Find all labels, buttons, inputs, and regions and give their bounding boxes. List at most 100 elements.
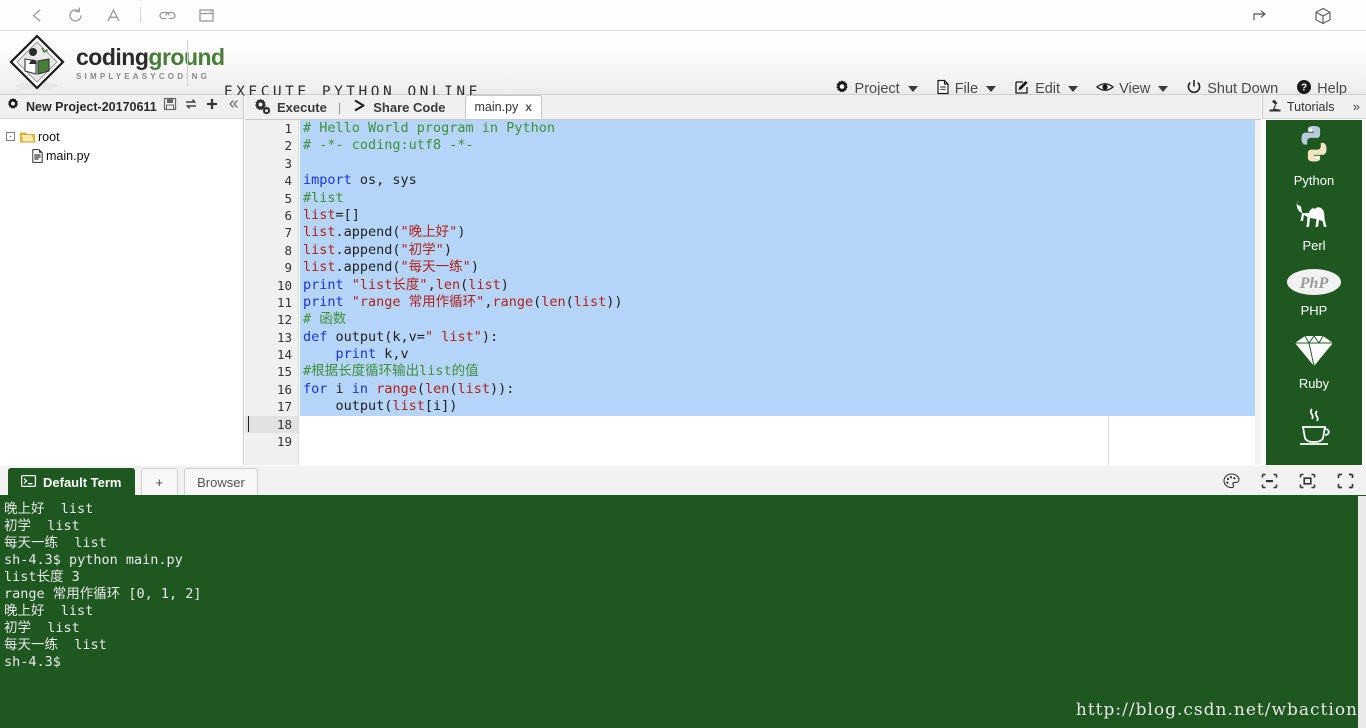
- code-token: print: [335, 346, 377, 363]
- line-number: 4: [284, 173, 292, 189]
- close-icon[interactable]: x: [525, 100, 532, 114]
- collapse-icon[interactable]: [226, 97, 240, 116]
- tutorial-label: Perl: [1302, 237, 1326, 253]
- code-token: (: [460, 276, 469, 293]
- font-size-icon[interactable]: [94, 0, 132, 31]
- fullscreen-icon[interactable]: [1332, 469, 1358, 493]
- execute-button[interactable]: Execute: [245, 98, 336, 117]
- tutorial-item-perl[interactable]: Perl: [1266, 189, 1362, 258]
- minimize-icon[interactable]: [1256, 469, 1282, 493]
- line-number: 6: [284, 207, 292, 223]
- code-token: print: [303, 276, 344, 293]
- brand-subtitle: SIMPLYEASYCODING: [76, 71, 211, 81]
- line-number: 10: [276, 277, 292, 293]
- tree-item-mainpy[interactable]: main.py: [6, 146, 243, 165]
- line-number: 14: [276, 347, 292, 363]
- terminal-output[interactable]: 晚上好 list 初学 list 每天一练 list sh-4.3$ python m…: [0, 496, 1358, 728]
- editor-vertical-scrollbar[interactable]: [1255, 120, 1261, 465]
- save-icon[interactable]: [163, 97, 177, 116]
- refresh-icon[interactable]: [184, 97, 198, 116]
- line-number: 9: [284, 260, 292, 276]
- site-header: codingground SIMPLYEASYCODING EXECUTE PY…: [0, 31, 1366, 100]
- tutorial-item-python[interactable]: Python: [1266, 120, 1362, 189]
- terminal-icon: [21, 474, 37, 490]
- terminal-line: range 常用作循环 [0, 1, 2]: [4, 586, 202, 602]
- line-number: 11: [276, 294, 292, 310]
- code-token: range: [376, 380, 417, 397]
- code-token: .append(: [335, 224, 401, 241]
- browser-toolbar-left: [0, 0, 225, 31]
- code-token: print: [303, 293, 344, 310]
- project-name: New Project-20170611: [26, 99, 157, 114]
- print-margin-line: [1108, 416, 1109, 465]
- brand-logo[interactable]: codingground SIMPLYEASYCODING: [8, 34, 225, 92]
- code-token: len: [541, 293, 566, 310]
- terminal-line: sh-4.3$ python main.py: [4, 552, 183, 568]
- code-content[interactable]: # Hello World program in Python # -*- cod…: [300, 120, 1255, 465]
- coding-ground-app: codingground SIMPLYEASYCODING EXECUTE PY…: [0, 0, 1366, 728]
- terminal-tab-default[interactable]: Default Term: [8, 468, 135, 495]
- terminal-panel: Default Term + Browser 晚上好 list 初学 list …: [0, 466, 1366, 728]
- restore-icon[interactable]: [1294, 469, 1320, 493]
- code-line: print "list长度",len(list): [300, 276, 1255, 294]
- tutorial-item-ruby[interactable]: Ruby: [1266, 327, 1362, 396]
- code-line: # Hello World program in Python: [300, 120, 1255, 138]
- line-number: 1: [284, 121, 292, 136]
- code-line: output(list[i]): [300, 398, 1255, 416]
- code-token: os, sys: [351, 172, 417, 189]
- code-token: )): [606, 293, 623, 310]
- code-token: (: [533, 293, 542, 310]
- terminal-right-strip: [1358, 496, 1366, 728]
- code-token: k,v: [376, 346, 409, 363]
- share-code-button[interactable]: Share Code: [343, 98, 454, 116]
- line-number: 19: [276, 434, 292, 450]
- terminal-tab-browser[interactable]: Browser: [184, 468, 258, 495]
- folder-icon: [20, 131, 35, 143]
- code-line: print "range 常用作循环",range(len(list)): [300, 293, 1255, 312]
- code-line: for i in range(len(list)):: [300, 380, 1255, 399]
- code-token: ): [443, 241, 452, 258]
- main-workspace: New Project-20170611 - root main.py Exec…: [0, 95, 1366, 465]
- code-token: .append(: [335, 259, 401, 276]
- terminal-add-tab-button[interactable]: +: [140, 468, 179, 495]
- code-token: range: [492, 293, 534, 310]
- line-number: 3: [284, 155, 292, 171]
- share-icon[interactable]: [1240, 0, 1278, 31]
- link-icon[interactable]: [149, 0, 187, 31]
- browser-toolbar-right: [1240, 0, 1342, 31]
- code-token: )):: [490, 380, 515, 397]
- back-arrow-icon[interactable]: [18, 0, 56, 31]
- tab-main-py[interactable]: main.py x: [464, 95, 542, 119]
- editor-toolbar: Execute | Share Code main.py x: [245, 95, 1261, 120]
- line-number: 12: [276, 312, 292, 328]
- code-token: (: [565, 293, 574, 310]
- add-icon[interactable]: [205, 97, 219, 116]
- line-number: 18: [245, 415, 298, 434]
- palette-icon[interactable]: [1218, 469, 1244, 493]
- reload-icon[interactable]: [56, 0, 94, 31]
- terminal-line: list长度 3: [4, 569, 80, 585]
- tutorial-label: Ruby: [1298, 375, 1330, 391]
- tree-expander-icon[interactable]: -: [6, 132, 15, 141]
- tutorial-item-java[interactable]: [1266, 396, 1362, 465]
- brand-first: coding: [76, 43, 149, 70]
- cube-icon[interactable]: [1304, 0, 1342, 31]
- php-logo-icon: PhP: [1286, 268, 1342, 301]
- code-token: ): [457, 224, 466, 241]
- code-token: # Hello World program in Python: [303, 120, 555, 136]
- project-explorer-panel: New Project-20170611 - root main.py: [0, 95, 244, 465]
- window-icon[interactable]: [187, 0, 225, 31]
- line-number: 7: [284, 225, 292, 241]
- code-token: list: [303, 224, 336, 241]
- project-explorer-header: New Project-20170611: [0, 95, 243, 119]
- expand-icon[interactable]: »: [1353, 99, 1366, 114]
- tutorial-item-php[interactable]: PhP PHP: [1266, 258, 1362, 327]
- terminal-tools: [1218, 469, 1358, 493]
- code-editor[interactable]: 1 2 3 4 5 6 7 8 9 10 11 12 13 14 15 16 17 18 19 # Hello Wo…: [245, 120, 1255, 465]
- file-tree: - root main.py: [0, 119, 243, 165]
- code-token: "每天一练": [400, 259, 471, 276]
- tree-item-root[interactable]: - root: [6, 127, 243, 146]
- code-token: list: [303, 206, 336, 223]
